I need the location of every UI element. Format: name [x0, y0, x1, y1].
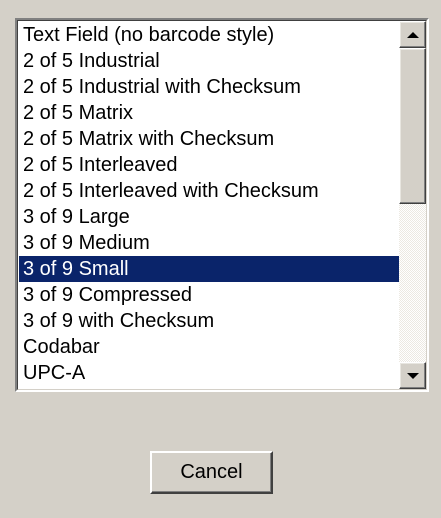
list-item[interactable]: 2 of 5 Matrix with Checksum [19, 126, 399, 152]
list-item[interactable]: Codabar [19, 334, 399, 360]
scrollbar-thumb[interactable] [399, 48, 426, 204]
scroll-up-button[interactable] [399, 21, 426, 48]
barcode-style-list: Text Field (no barcode style) 2 of 5 Ind… [19, 22, 399, 386]
list-item[interactable]: 2 of 5 Interleaved [19, 152, 399, 178]
list-item[interactable]: 2 of 5 Interleaved with Checksum [19, 178, 399, 204]
scroll-down-button[interactable] [399, 362, 426, 389]
barcode-style-listbox[interactable]: Text Field (no barcode style) 2 of 5 Ind… [15, 18, 429, 392]
list-item[interactable]: UPC-A [19, 360, 399, 386]
list-item-selected[interactable]: 3 of 9 Small [19, 256, 399, 282]
list-item[interactable]: Text Field (no barcode style) [19, 22, 399, 48]
list-item[interactable]: 3 of 9 Medium [19, 230, 399, 256]
list-item[interactable]: 3 of 9 with Checksum [19, 308, 399, 334]
vertical-scrollbar[interactable] [399, 21, 426, 389]
triangle-up-icon [406, 31, 419, 38]
list-item[interactable]: 2 of 5 Matrix [19, 100, 399, 126]
list-item[interactable]: 2 of 5 Industrial [19, 48, 399, 74]
list-item[interactable]: 3 of 9 Compressed [19, 282, 399, 308]
list-item[interactable]: 3 of 9 Large [19, 204, 399, 230]
cancel-button[interactable]: Cancel [150, 451, 273, 494]
list-item[interactable]: 2 of 5 Industrial with Checksum [19, 74, 399, 100]
triangle-down-icon [406, 372, 419, 379]
